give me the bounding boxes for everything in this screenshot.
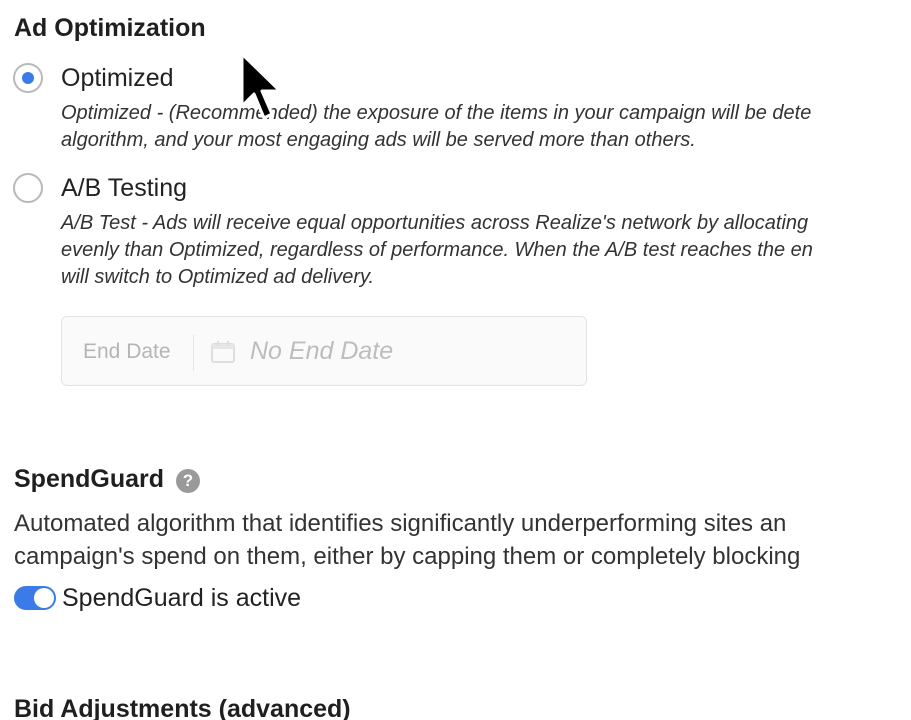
calendar-icon	[211, 341, 235, 363]
optimized-description-line1: Optimized - (Recommended) the exposure o…	[61, 102, 812, 124]
question-icon[interactable]: ?	[176, 469, 200, 493]
spendguard-description-line2: campaign's spend on them, either by capp…	[14, 543, 801, 570]
spendguard-description-line1: Automated algorithm that identifies sign…	[14, 510, 787, 537]
optimized-description-line2: algorithm, and your most engaging ads wi…	[61, 129, 696, 151]
end-date-value[interactable]: No End Date	[250, 337, 393, 366]
end-date-field[interactable]: End Date No End Date	[61, 316, 587, 386]
optimized-label[interactable]: Optimized	[61, 64, 174, 93]
ab-testing-label[interactable]: A/B Testing	[61, 174, 187, 203]
spendguard-toggle[interactable]	[14, 586, 56, 610]
campaign-settings-page: Ad Optimization Optimized Optimized - (R…	[0, 0, 911, 720]
ab-testing-description-line1: A/B Test - Ads will receive equal opport…	[61, 212, 809, 234]
ad-optimization-title: Ad Optimization	[14, 14, 206, 42]
mouse-cursor-icon	[240, 52, 284, 122]
ab-testing-radio[interactable]	[13, 173, 43, 203]
spendguard-toggle-label: SpendGuard is active	[62, 584, 302, 612]
ab-testing-description-line2: evenly than Optimized, regardless of per…	[61, 239, 813, 261]
bid-adjustments-title: Bid Adjustments (advanced)	[14, 695, 351, 720]
ab-testing-description-line3: will switch to Optimized ad delivery.	[61, 266, 375, 288]
optimized-radio[interactable]	[13, 63, 43, 93]
end-date-divider	[193, 335, 194, 371]
spendguard-title: SpendGuard	[14, 465, 165, 493]
end-date-label: End Date	[83, 340, 171, 363]
